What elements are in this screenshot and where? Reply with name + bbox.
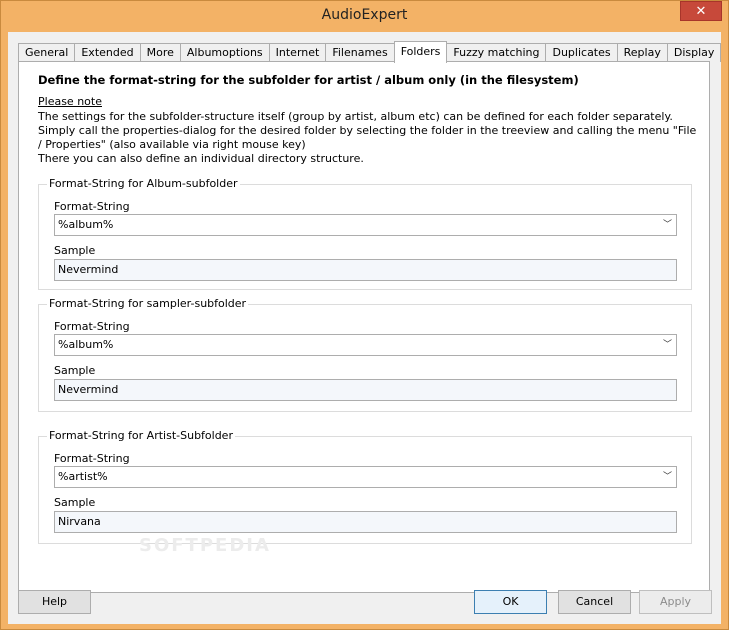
- sampler-format-label: Format-String: [54, 320, 130, 333]
- tab-extended[interactable]: Extended: [74, 43, 141, 62]
- album-subfolder-group: Format-String for Album-subfolder Format…: [38, 177, 692, 290]
- artist-format-select[interactable]: %artist% ﹀: [54, 466, 677, 488]
- apply-button[interactable]: Apply: [639, 590, 712, 614]
- artist-group-legend: Format-String for Artist-Subfolder: [47, 429, 235, 442]
- tab-filenames[interactable]: Filenames: [325, 43, 395, 62]
- tab-folders[interactable]: Folders: [393, 41, 448, 63]
- artist-format-value: %artist%: [58, 470, 108, 483]
- chevron-down-icon: ﹀: [662, 472, 672, 482]
- tab-more[interactable]: More: [139, 43, 181, 62]
- app-window: AudioExpert ✕ General Extended More Albu…: [0, 0, 729, 630]
- close-icon: ✕: [695, 4, 707, 19]
- title-bar: AudioExpert ✕: [1, 1, 728, 31]
- tab-general[interactable]: General: [18, 43, 76, 62]
- album-group-legend: Format-String for Album-subfolder: [47, 177, 240, 190]
- dialog-client: General Extended More Albumoptions Inter…: [8, 32, 722, 624]
- sampler-subfolder-group: Format-String for sampler-subfolder Form…: [38, 297, 692, 412]
- tab-fuzzy-matching[interactable]: Fuzzy matching: [446, 43, 547, 62]
- artist-sample-field: Nirvana: [54, 511, 677, 533]
- tab-replay[interactable]: Replay: [616, 43, 668, 62]
- panel-heading: Define the format-string for the subfold…: [38, 73, 579, 87]
- artist-format-label: Format-String: [54, 452, 130, 465]
- folders-panel: Define the format-string for the subfold…: [18, 61, 710, 593]
- window-title: AudioExpert: [321, 7, 408, 23]
- chevron-down-icon: ﹀: [662, 340, 672, 350]
- please-note-link[interactable]: Please note: [38, 95, 102, 108]
- album-format-value: %album%: [58, 218, 114, 231]
- sampler-format-value: %album%: [58, 338, 114, 351]
- album-sample-field: Nevermind: [54, 259, 677, 281]
- artist-subfolder-group: Format-String for Artist-Subfolder Forma…: [38, 429, 692, 544]
- chevron-down-icon: ﹀: [662, 220, 672, 230]
- album-sample-label: Sample: [54, 244, 96, 257]
- tab-duplicates[interactable]: Duplicates: [545, 43, 618, 62]
- ok-button[interactable]: OK: [474, 590, 547, 614]
- album-format-label: Format-String: [54, 200, 130, 213]
- close-button[interactable]: ✕: [680, 1, 722, 21]
- tab-albumoptions[interactable]: Albumoptions: [179, 43, 270, 62]
- album-format-select[interactable]: %album% ﹀: [54, 214, 677, 236]
- sampler-sample-label: Sample: [54, 364, 96, 377]
- artist-sample-label: Sample: [54, 496, 96, 509]
- tab-internet[interactable]: Internet: [268, 43, 327, 62]
- tab-strip: General Extended More Albumoptions Inter…: [18, 41, 722, 63]
- sampler-group-legend: Format-String for sampler-subfolder: [47, 297, 249, 310]
- panel-description: The settings for the subfolder-structure…: [38, 110, 697, 165]
- sampler-sample-field: Nevermind: [54, 379, 677, 401]
- softpedia-watermark: SOFTPEDIA: [139, 535, 271, 556]
- sampler-format-select[interactable]: %album% ﹀: [54, 334, 677, 356]
- cancel-button[interactable]: Cancel: [558, 590, 631, 614]
- help-button[interactable]: Help: [18, 590, 91, 614]
- tab-display[interactable]: Display: [666, 43, 722, 62]
